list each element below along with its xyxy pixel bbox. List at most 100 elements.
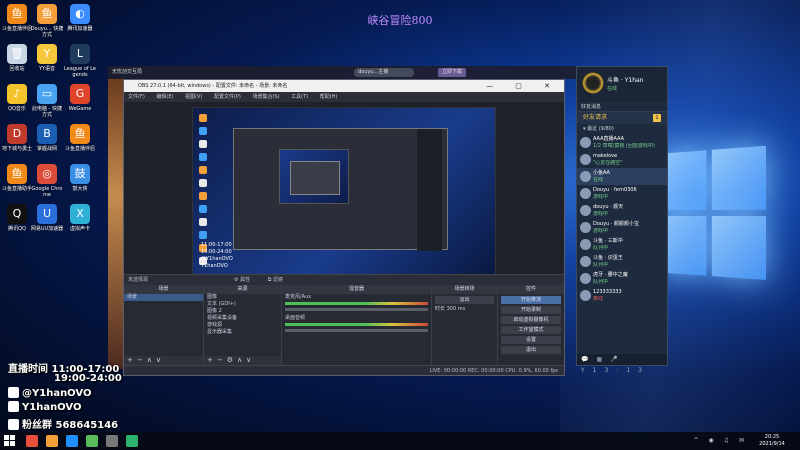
taskbar-app-icon[interactable]: [26, 435, 38, 447]
source-item[interactable]: 游戏源: [204, 322, 281, 329]
app-icon: 🗑: [7, 44, 27, 64]
desktop-icon[interactable]: Y YY语音: [30, 44, 64, 72]
app-icon: B: [37, 124, 57, 144]
desktop-icon[interactable]: 鱼斗鱼直播助手: [0, 164, 34, 192]
obs-preview[interactable]: 11:00-17:00 19:00-24:00 @Y1hanOVO Y1hanO…: [124, 102, 564, 277]
desktop-icon[interactable]: B 掌握战网: [30, 124, 64, 152]
desktop-icon-label: 掌握战网: [36, 146, 57, 152]
app-icon: ◎: [37, 164, 57, 184]
taskbar-app-icon[interactable]: [126, 435, 138, 447]
desktop-icon[interactable]: U 网易UU加速器: [30, 204, 64, 232]
menu-scene-collection[interactable]: 场景集合(S): [252, 94, 279, 100]
chat-footer-icons[interactable]: 💬▦🎤: [581, 356, 626, 363]
desktop-icon[interactable]: Q 腾讯QQ: [0, 204, 34, 232]
menu-file[interactable]: 文件(F): [128, 94, 145, 100]
mixer-track-name: 麦克风/Aux: [285, 294, 312, 300]
desktop-icon-label: League of Legends: [63, 66, 97, 78]
avatar: [580, 290, 591, 301]
desktop-icon[interactable]: ♪ QQ音乐: [0, 84, 34, 112]
desktop-icon[interactable]: 鼓鼓大侠: [63, 164, 97, 192]
desktop-icon-label: QQ音乐: [8, 106, 26, 112]
friend-status: 离线: [593, 296, 604, 302]
volume-slider[interactable]: [285, 308, 428, 311]
friend-item[interactable]: Douyu · 颜颜颜小宝 游戏中: [577, 219, 667, 236]
properties-button[interactable]: ⚙ 属性: [234, 277, 258, 283]
app-icon: D: [7, 124, 27, 144]
fans-group-icon: [8, 419, 19, 430]
desktop-icon[interactable]: L League of Legends: [63, 44, 97, 78]
transition-duration[interactable]: 时长 300 ms: [432, 306, 497, 313]
taskbar-app-icon[interactable]: [46, 435, 58, 447]
source-item[interactable]: 显示器采集: [204, 329, 281, 336]
volume-slider[interactable]: [285, 329, 428, 332]
friend-item[interactable]: AAA直播AAA 1/2 草莓/莫桃 (回放游戏中): [577, 134, 667, 151]
settings-button[interactable]: 设置: [501, 336, 561, 344]
scene-item[interactable]: 场景: [124, 294, 203, 301]
taskbar: ^ ◉ ♫ ✉ 20:25 2021/9/14: [0, 432, 800, 450]
taskbar-app-icon[interactable]: [106, 435, 118, 447]
chat-footer-time: Y13:13: [581, 367, 650, 374]
menu-profile[interactable]: 配置文件(P): [214, 94, 241, 100]
desktop-icon-label: 腾讯加速器: [67, 26, 93, 32]
mixer-dock: 混音器 麦克风/Aux 桌面音频: [282, 285, 432, 365]
mixer-header: 混音器: [282, 285, 431, 294]
desktop-icon[interactable]: G WeGame: [63, 84, 97, 112]
taskbar-app-icon[interactable]: [66, 435, 78, 447]
desktop-icon[interactable]: D 地下城与勇士: [0, 124, 34, 152]
desktop-icon[interactable]: 鱼斗鱼直播伴侣: [63, 124, 97, 152]
friend-item[interactable]: 小鱼AA 在线: [577, 168, 667, 185]
friend-item[interactable]: 123333333 离线: [577, 287, 667, 304]
menu-view[interactable]: 视图(V): [185, 94, 202, 100]
desktop-icon[interactable]: 鱼斗鱼直播伴侣: [0, 4, 34, 32]
desktop-icon[interactable]: ▭ 此电脑 - 快捷方式: [30, 84, 64, 118]
menu-edit[interactable]: 编辑(E): [156, 94, 173, 100]
douyu-friends-panel: 斗鱼 · Y1han 在线 好友消息 好友请求 1 ▾ 最近 (9/80) AA…: [576, 66, 668, 374]
source-item[interactable]: 图像 2: [204, 308, 281, 315]
windows-start-icon[interactable]: [4, 435, 16, 447]
obs-window[interactable]: OBS 27.0.1 (64-bit, windows) - 配置文件: 未命名…: [123, 79, 565, 376]
window-controls[interactable]: — ▢ ✕: [486, 80, 560, 92]
avatar[interactable]: [582, 72, 604, 94]
weibo-line: @Y1hanOVO: [8, 387, 91, 399]
desktop-icon-label: 斗鱼直播伴侣: [64, 146, 95, 152]
source-item[interactable]: 图像: [204, 294, 281, 301]
desktop-icon[interactable]: 鱼 Douyu... 快捷方式: [30, 4, 64, 38]
douyu-address-bar[interactable]: douyu...主播: [354, 68, 414, 77]
preview-desktop-capture: 11:00-17:00 19:00-24:00 @Y1hanOVO Y1hanO…: [192, 107, 496, 277]
system-tray-icons[interactable]: ^ ◉ ♫ ✉: [694, 437, 748, 444]
sources-footer-buttons[interactable]: +−⚙∧∨: [204, 356, 281, 365]
start-recording-button[interactable]: 开始录制: [501, 306, 561, 314]
desktop-icon-label: 斗鱼直播助手: [1, 186, 32, 192]
source-item[interactable]: 视频采集设备: [204, 315, 281, 322]
avatar: [580, 205, 591, 216]
friend-item[interactable]: 斗鱼 · 三斯冲 队列中: [577, 236, 667, 253]
desktop-icon[interactable]: ◐ 腾讯加速器: [63, 4, 97, 32]
chat-tab[interactable]: 好友消息: [577, 102, 667, 112]
app-icon: ▭: [37, 84, 57, 104]
friend-item[interactable]: makelove "心爱在路空": [577, 151, 667, 168]
friend-item[interactable]: 斗鱼 · 识蛋王 队列中: [577, 253, 667, 270]
friend-item[interactable]: Douyu · fern0306 游戏中: [577, 185, 667, 202]
taskbar-app-icon[interactable]: [86, 435, 98, 447]
friend-item[interactable]: 虎牙 · 腰中之魔 队列中: [577, 270, 667, 287]
avatar: [580, 171, 591, 182]
preview-caption: 11:00-17:00 19:00-24:00 @Y1hanOVO Y1hanO…: [201, 242, 233, 269]
transition-select[interactable]: 淡出: [435, 296, 494, 304]
menu-help[interactable]: 帮助(H): [320, 94, 338, 100]
source-item[interactable]: 文本 (GDI+): [204, 301, 281, 308]
friend-requests[interactable]: 好友请求 1: [577, 112, 667, 124]
taskbar-clock[interactable]: 20:25 2021/9/14: [752, 434, 792, 448]
studio-mode-button[interactable]: 工作室模式: [501, 326, 561, 334]
start-streaming-button[interactable]: 开始推流: [501, 296, 561, 304]
friend-group-header[interactable]: ▾ 最近 (9/80): [577, 124, 667, 134]
obs-titlebar[interactable]: OBS 27.0.1 (64-bit, windows) - 配置文件: 未命名…: [124, 80, 564, 92]
menu-tools[interactable]: 工具(T): [291, 94, 308, 100]
virtual-camera-button[interactable]: 启动虚拟摄像机: [501, 316, 561, 324]
exit-button[interactable]: 退出: [501, 346, 561, 354]
desktop-icon[interactable]: 🗑 回收站: [0, 44, 34, 72]
douyu-download-button[interactable]: 立即下载: [438, 68, 466, 77]
desktop-icon[interactable]: X 虚拟声卡: [63, 204, 97, 232]
friend-item[interactable]: douyu · 颜天 游戏中: [577, 202, 667, 219]
filters-button[interactable]: ⧉ 滤镜: [268, 277, 291, 283]
desktop-icon[interactable]: ◎ Google Chrome: [30, 164, 64, 198]
